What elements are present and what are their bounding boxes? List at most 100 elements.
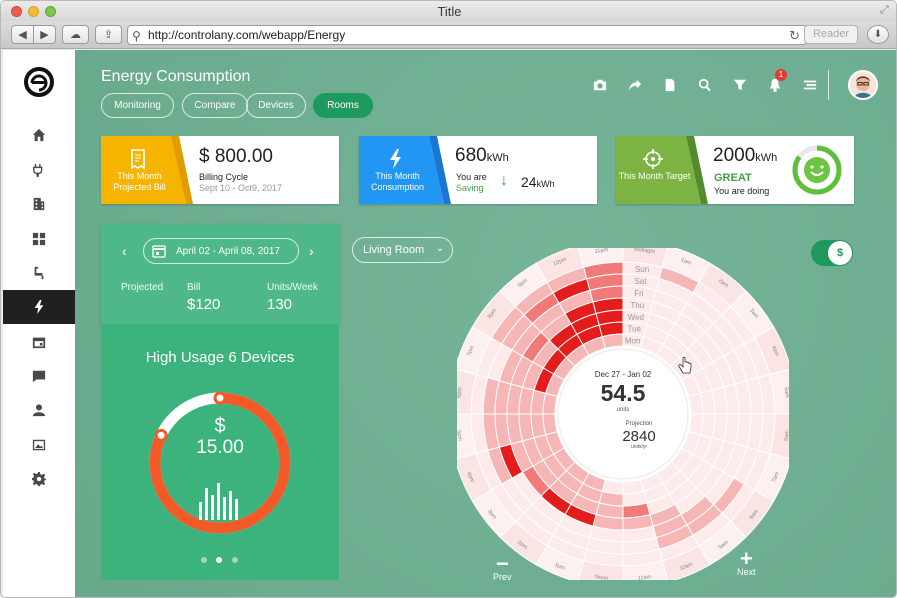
heatmap-cell[interactable] [688, 413, 704, 436]
sidebar-item-building[interactable] [3, 187, 75, 221]
day-label: Tue [627, 325, 641, 334]
heatmap-cell[interactable] [542, 413, 558, 436]
projection-value: 2840 [622, 428, 655, 445]
day-label: Thu [630, 301, 644, 310]
calendar-icon [152, 245, 166, 258]
main-content: Energy Consumption Monitoring Compare De… [75, 50, 896, 597]
tab-compare[interactable]: Compare [182, 93, 248, 118]
down-arrow-icon: ↓ [500, 172, 508, 189]
sidebar-item-lightning[interactable] [3, 290, 75, 324]
target-progress-ring [792, 145, 842, 195]
consumption-card[interactable]: This Month Consumption 680kWh You are Sa… [359, 136, 597, 204]
bill-label: Bill [187, 282, 201, 293]
consumption-card-label-area: This Month Consumption [359, 136, 444, 204]
receipt-icon [131, 149, 145, 170]
target-value: 2000 [713, 145, 756, 166]
bill-card-label: This Month Projected Bill [113, 171, 166, 192]
share-icon[interactable] [626, 76, 644, 94]
cloud-icon[interactable]: ☁ [62, 25, 89, 44]
document-icon[interactable] [661, 76, 679, 94]
carousel-dot[interactable] [201, 557, 207, 563]
target-card[interactable]: This Month Target 2000kWh GREAT You are … [616, 136, 854, 204]
lightning-icon [34, 300, 44, 314]
forward-button[interactable]: ▶ [33, 25, 56, 44]
tab-monitoring[interactable]: Monitoring [101, 93, 174, 118]
radial-date-range: Dec 27 - Jan 02 [595, 370, 652, 379]
share-page-icon[interactable]: ⇪ [95, 25, 122, 44]
browser-window: Title ⤢ ◀ ▶ ☁ ⇪ ⚲ http://controlany.com/… [0, 0, 897, 598]
reload-icon[interactable]: ↻ [789, 27, 800, 45]
hour-label: Noon [594, 574, 608, 580]
tab-rooms[interactable]: Rooms [313, 93, 373, 118]
tab-devices[interactable]: Devices [246, 93, 306, 118]
target-icon [643, 149, 663, 169]
sidebar-item-user[interactable] [3, 393, 75, 427]
units-week-label: Units/Week [267, 282, 318, 293]
fullscreen-icon[interactable]: ⤢ [880, 4, 892, 16]
weekly-panel: ‹ April 02 - April 08, 2017 › Projected … [101, 224, 339, 580]
search-icon[interactable] [696, 76, 714, 94]
heatmap-cell[interactable] [622, 479, 645, 495]
sidebar-item-settings[interactable] [3, 462, 75, 496]
saving-line-1: You are [456, 172, 487, 182]
sidebar-item-plug[interactable] [3, 153, 75, 187]
carousel-dot[interactable] [232, 557, 238, 563]
sidebar-item-calendar[interactable] [3, 325, 75, 359]
prev-week-arrow[interactable]: ‹ [122, 243, 127, 259]
target-value-wrap: 2000kWh [713, 145, 777, 167]
sidebar-item-image[interactable] [3, 428, 75, 462]
minus-icon: − [495, 551, 509, 576]
plug-icon [33, 163, 43, 177]
carousel-dot[interactable] [216, 557, 222, 563]
target-card-label-area: This Month Target [616, 136, 701, 204]
sidebar-item-grid[interactable] [3, 222, 75, 256]
devices-title: High Usage 6 Devices [145, 349, 295, 366]
url-bar[interactable]: ⚲ http://controlany.com/webapp/Energy ↻ [127, 25, 807, 45]
avatar[interactable] [848, 70, 878, 100]
next-week-arrow[interactable]: › [309, 243, 314, 259]
target-status-sub: You are doing [714, 186, 770, 196]
room-select[interactable]: Living Room ⌄ [352, 237, 453, 263]
next-button[interactable]: + Next [737, 548, 756, 578]
bell-icon[interactable]: 1 [766, 69, 787, 94]
bill-card-label-area: This Month Projected Bill [101, 136, 186, 204]
header-divider [828, 70, 829, 100]
notification-badge: 1 [775, 69, 787, 81]
date-range-picker[interactable]: April 02 - April 08, 2017 [143, 238, 299, 264]
sidebar-item-chat[interactable] [3, 359, 75, 393]
reader-button[interactable]: Reader [804, 25, 858, 44]
app-logo[interactable] [23, 66, 55, 98]
consumption-unit: kWh [486, 152, 509, 164]
filter-icon[interactable] [731, 76, 749, 94]
projected-bill-card[interactable]: This Month Projected Bill $ 800.00 Billi… [101, 136, 339, 204]
sidebar-item-home[interactable] [3, 118, 75, 152]
target-card-label: This Month Target [618, 171, 691, 181]
window-title: Title [437, 4, 462, 19]
chat-icon [32, 370, 46, 383]
menu-icon[interactable] [801, 76, 819, 94]
day-label: Fri [634, 289, 644, 298]
heatmap-cell[interactable] [601, 479, 624, 495]
user-icon [32, 404, 46, 417]
radial-value-unit: units [617, 407, 630, 413]
currency-toggle[interactable]: $ [811, 240, 853, 266]
page-title: Energy Consumption [101, 68, 251, 85]
units-week-value: 130 [267, 296, 293, 313]
downloads-icon[interactable]: ⬇ [867, 25, 889, 44]
heatmap-cell[interactable] [601, 333, 624, 349]
sidebar-item-faucet[interactable] [3, 256, 75, 290]
back-button[interactable]: ◀ [11, 25, 34, 44]
currency-symbol: $ [214, 415, 226, 437]
camera-icon[interactable] [591, 76, 609, 94]
heatmap-cell[interactable] [542, 392, 558, 415]
heatmap-cell[interactable] [688, 392, 704, 415]
projected-bill-value: $ 800.00 [199, 146, 273, 167]
billing-cycle-title: Billing Cycle [199, 172, 249, 182]
projection-label: Projection [626, 421, 653, 427]
radial-heatmap[interactable]: Midnight1am2am3am4am5am6am7am8am9am10am1… [457, 248, 789, 580]
device-usage-ring [149, 391, 291, 534]
title-bar: Title ⤢ [1, 1, 896, 21]
day-label: Sat [634, 277, 647, 286]
day-label: Wed [628, 313, 644, 322]
prev-button[interactable]: − Prev [493, 551, 512, 583]
